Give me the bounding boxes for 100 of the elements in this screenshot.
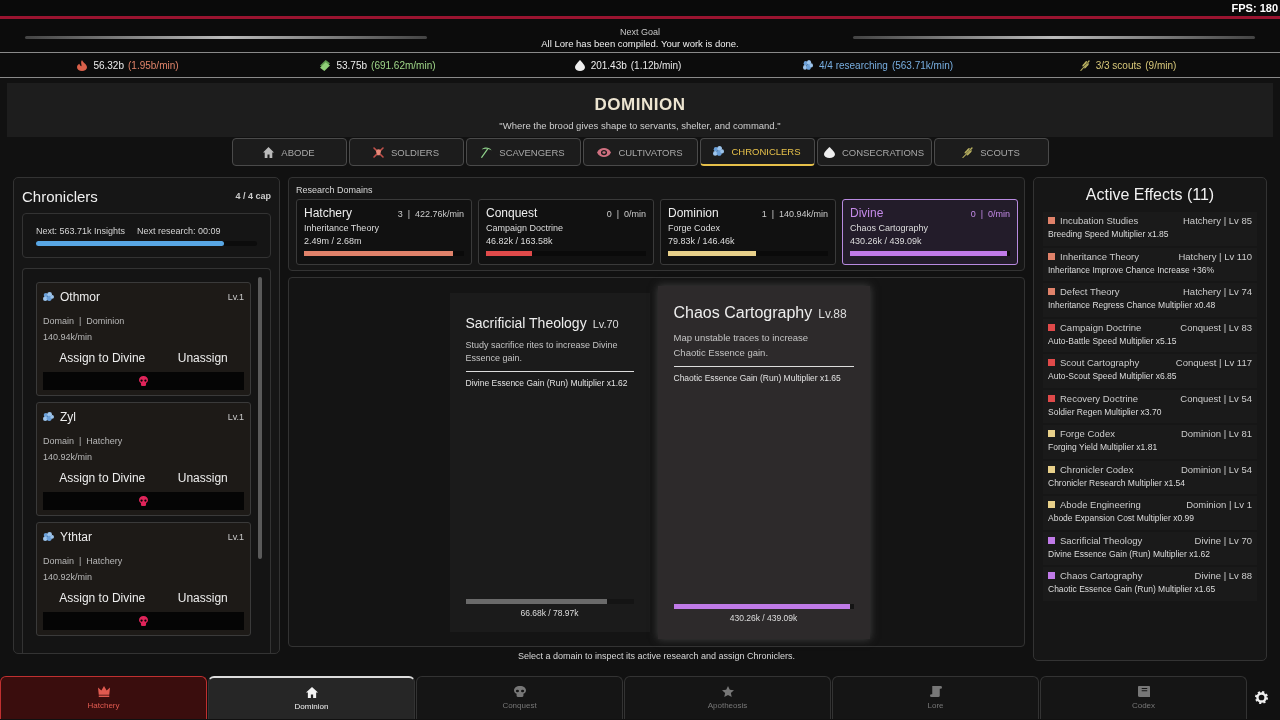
- category-tab[interactable]: CONSECRATIONS: [816, 138, 932, 166]
- effect-name: Defect Theory: [1060, 286, 1121, 297]
- category-tab[interactable]: CULTIVATORS: [582, 138, 698, 166]
- domain-card[interactable]: Hatchery 3 | 422.76k/min Inheritance Theory 2.49m / 2.68m: [296, 199, 472, 265]
- chronicler-name: Ythtar: [60, 530, 93, 544]
- nav-tab[interactable]: Conquest: [416, 676, 623, 719]
- resource-rate: (563.71k/min): [891, 59, 954, 71]
- nav-tab[interactable]: Lore: [832, 676, 1039, 719]
- domain-name: Dominion: [668, 206, 719, 220]
- level-label: Lv.1: [227, 292, 244, 302]
- nav-tab[interactable]: Apotheosis: [624, 676, 831, 719]
- research-level: Lv.88: [818, 306, 847, 321]
- wheat-icon: [1079, 59, 1090, 71]
- domain-label: Domain | Hatchery: [43, 435, 124, 448]
- effect-name: Inheritance Theory: [1060, 250, 1141, 262]
- domain-name: Divine: [850, 206, 884, 220]
- rate-text: 140.92k/min: [43, 451, 94, 464]
- category-tab[interactable]: SCOUTS: [933, 138, 1049, 166]
- effect-description: Abode Expansion Cost Multiplier x0.99: [1048, 513, 1195, 523]
- resource-rate: (9/min): [1145, 59, 1177, 71]
- domain-name: Hatchery: [304, 206, 353, 220]
- research-progress: 79.83k / 146.46k: [668, 236, 736, 246]
- flame-icon: [77, 59, 88, 71]
- category-tab[interactable]: SCAVENGERS: [465, 138, 581, 166]
- effect-source: Dominion | Lv 81: [1180, 428, 1252, 439]
- assign-button[interactable]: Assign to Divine: [55, 348, 150, 368]
- hint-text: Select a domain to inspect its active research and assign Chroniclers.: [516, 651, 797, 661]
- domain-card[interactable]: Conquest 0 | 0/min Campaign Doctrine 46.82k / 163.58k: [478, 199, 654, 265]
- research-name: Chaos Cartography: [850, 223, 930, 233]
- cloud-icon: [43, 412, 54, 422]
- effect-source: Conquest | Lv 54: [1180, 392, 1252, 404]
- cap-count: 4 / 4 cap: [235, 191, 271, 201]
- research-progress: 46.82k / 163.58k: [486, 236, 554, 246]
- resource-amount: 4/4 researching: [818, 59, 888, 71]
- effect-description: Chaotic Essence Gain (Run) Multiplier x1.65: [1048, 584, 1217, 594]
- nav-tab[interactable]: Dominion: [208, 676, 415, 719]
- resource-rate: (691.62m/min): [371, 59, 436, 71]
- resource-amount: 201.43b: [590, 59, 627, 71]
- effect-name: Campaign Doctrine: [1060, 321, 1143, 333]
- rate-text: 140.92k/min: [43, 571, 94, 584]
- chronicler-name: Zyl: [60, 410, 77, 424]
- category-tab[interactable]: CHRONICLERS: [699, 138, 815, 166]
- research-progress: 2.49m / 2.68m: [304, 236, 363, 246]
- skull-button[interactable]: [43, 372, 244, 390]
- unassign-button[interactable]: Unassign: [173, 348, 232, 368]
- domain-card[interactable]: Divine 0 | 0/min Chaos Cartography 430.26k / 439.09k: [842, 199, 1018, 265]
- effect-name: Forge Codex: [1060, 428, 1116, 439]
- assign-button[interactable]: Assign to Divine: [55, 588, 150, 608]
- domain-stats: 0 | 0/min: [606, 209, 646, 219]
- progress-text: 66.68k / 78.97k: [519, 607, 580, 618]
- category-tab[interactable]: SOLDIERS: [348, 138, 464, 166]
- bills-icon: [320, 59, 331, 71]
- effect-name: Incubation Studies: [1060, 215, 1140, 226]
- next-insights: Next: 563.71k Insights: [36, 225, 126, 236]
- effect-name: Chaos Cartography: [1060, 570, 1144, 581]
- effect-name: Recovery Doctrine: [1060, 392, 1140, 404]
- skull-icon: [139, 376, 148, 386]
- effect-source: Hatchery | Lv 110: [1178, 250, 1252, 262]
- skull-button[interactable]: [43, 612, 244, 630]
- research-title: Sacrificial Theology: [465, 314, 587, 331]
- goal-label: Next Goal: [619, 25, 661, 38]
- skull-icon: [513, 686, 526, 697]
- effect-description: Auto-Battle Speed Multiplier x5.15: [1048, 335, 1178, 346]
- goal-text: All Lore has been compiled. Your work is done.: [540, 37, 740, 50]
- drop-icon: [574, 59, 585, 71]
- scroll-icon: [929, 686, 942, 697]
- category-tab[interactable]: ABODE: [231, 138, 347, 166]
- skull-button[interactable]: [43, 492, 244, 510]
- effect-source: Dominion | Lv 1: [1186, 499, 1252, 510]
- cloud-icon: [713, 146, 725, 157]
- progress-text: 430.26k / 439.09k: [728, 612, 799, 623]
- effect-name: Abode Engineering: [1060, 499, 1142, 510]
- skull-crossbones-icon: [372, 146, 384, 158]
- domain-stats: 0 | 0/min: [970, 209, 1010, 219]
- effect-name: Sacrificial Theology: [1060, 534, 1144, 546]
- unassign-button[interactable]: Unassign: [173, 468, 232, 488]
- cloud-icon: [43, 292, 54, 302]
- effect-description: Chronicler Research Multiplier x1.54: [1048, 477, 1186, 488]
- fps-counter: FPS: 180: [1231, 2, 1279, 14]
- nav-tab[interactable]: Hatchery: [0, 676, 207, 719]
- rate-text: 140.94k/min: [43, 331, 94, 344]
- scrollbar[interactable]: [258, 277, 262, 559]
- domain-stats: 1 | 140.94k/min: [761, 209, 828, 219]
- effect-description: Inheritance Improve Chance Increase +36%: [1048, 264, 1216, 275]
- domain-stats: 3 | 422.76k/min: [397, 209, 464, 219]
- resource-rate: (1.12b/min): [630, 59, 682, 71]
- research-description: Study sacrifice rites to increase Divine Essence gain.: [465, 338, 619, 365]
- research-description: Map unstable traces to increase Chaotic Essence gain.: [673, 330, 810, 360]
- nav-tab[interactable]: Codex: [1040, 676, 1247, 719]
- research-title: Chaos Cartography: [673, 303, 813, 322]
- resource-rate: (1.95b/min): [128, 59, 179, 71]
- settings-icon[interactable]: [1255, 691, 1268, 704]
- domain-label: Domain | Dominion: [43, 315, 126, 328]
- effect-source: Divine | Lv 88: [1194, 570, 1252, 581]
- page-title: DOMINION: [593, 94, 687, 115]
- effect-source: Divine | Lv 70: [1194, 534, 1252, 546]
- unassign-button[interactable]: Unassign: [173, 588, 232, 608]
- domain-card[interactable]: Dominion 1 | 140.94k/min Forge Codex 79.83k / 146.46k: [660, 199, 836, 265]
- assign-button[interactable]: Assign to Divine: [55, 468, 150, 488]
- effect-name: Chronicler Codex: [1060, 463, 1135, 475]
